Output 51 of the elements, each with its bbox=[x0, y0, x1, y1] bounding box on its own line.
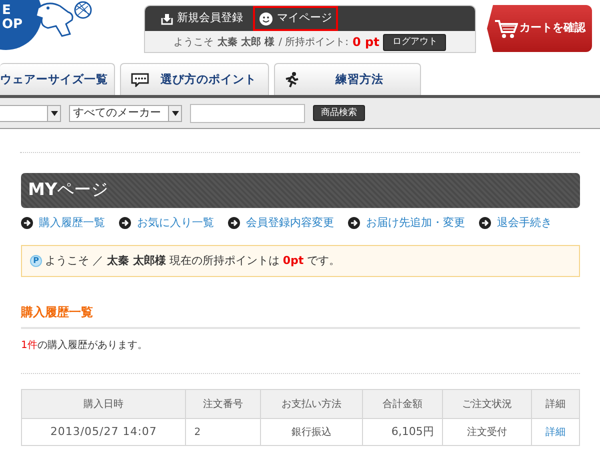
account-menu-link[interactable]: お届け先追加・変更 bbox=[348, 214, 465, 232]
user-name: 太秦 太郎 様 bbox=[218, 35, 275, 50]
dropdown-arrow-icon bbox=[172, 110, 178, 116]
column-header: 合計金額 bbox=[362, 390, 442, 418]
nav-tab[interactable]: 練習方法 bbox=[274, 63, 421, 95]
arrow-circle-icon bbox=[348, 217, 360, 229]
account-menu-link[interactable]: 退会手続き bbox=[479, 214, 552, 232]
page-title-bar: MYページ bbox=[21, 173, 580, 208]
arrow-circle-icon bbox=[479, 217, 491, 229]
runner-icon bbox=[285, 72, 299, 88]
detail-link[interactable]: 詳細 bbox=[546, 426, 566, 438]
search-button[interactable]: 商品検索 bbox=[313, 105, 365, 121]
maker-select[interactable]: すべてのメーカー bbox=[69, 104, 182, 122]
download-icon bbox=[161, 12, 173, 24]
header-link[interactable]: マイページ bbox=[253, 6, 338, 31]
smiley-icon bbox=[259, 12, 273, 26]
header-link[interactable]: 新規会員登録 bbox=[155, 6, 249, 31]
welcome-message: ようこそ ／ 太秦 太郎様 現在の所持ポイントは 0pt です。 bbox=[45, 252, 340, 269]
table-cell: 2 bbox=[186, 418, 260, 446]
arrow-circle-icon bbox=[21, 217, 33, 229]
account-menu-link[interactable]: お気に入り一覧 bbox=[119, 214, 214, 232]
column-header: ご注文状況 bbox=[442, 390, 532, 418]
keyword-field[interactable] bbox=[190, 104, 305, 122]
cart-icon bbox=[494, 18, 518, 38]
nav-tab[interactable]: 選び方のポイント bbox=[120, 63, 269, 95]
table-cell: 6,105円 bbox=[362, 418, 442, 446]
column-header: お支払い方法 bbox=[260, 390, 363, 418]
category-select[interactable] bbox=[0, 104, 61, 122]
account-menu-link[interactable]: 購入履歴一覧 bbox=[21, 214, 105, 232]
nav-tab[interactable]: ウェアーサイズ一覧 bbox=[0, 63, 115, 95]
table-cell: 銀行振込 bbox=[260, 418, 363, 446]
arrow-circle-icon bbox=[119, 217, 131, 229]
logout-button[interactable]: ログアウト bbox=[383, 34, 446, 50]
speech-bubble-icon bbox=[131, 72, 149, 86]
table-cell: 注文受付 bbox=[442, 418, 532, 446]
points-value: 0 pt bbox=[352, 34, 380, 51]
column-header: 注文番号 bbox=[186, 390, 260, 418]
cart-button[interactable]: カートを確認 bbox=[487, 5, 592, 52]
column-header: 詳細 bbox=[532, 390, 580, 418]
logo-badge[interactable]: E OP bbox=[0, 0, 42, 50]
points-badge: P bbox=[30, 255, 42, 267]
section-heading: 購入履歴一覧 bbox=[21, 303, 580, 329]
table-cell: 2013/05/27 14:07 bbox=[22, 418, 186, 446]
history-count-text: 1件の購入履歴があります。 bbox=[21, 338, 148, 353]
dropdown-arrow-icon bbox=[50, 110, 58, 116]
account-menu-link[interactable]: 会員登録内容変更 bbox=[228, 214, 334, 232]
arrow-circle-icon bbox=[228, 217, 240, 229]
column-header: 購入日時 bbox=[22, 390, 186, 418]
crocodile-mascot-drawing bbox=[34, 0, 94, 40]
welcome-text: ようこそ bbox=[174, 36, 214, 50]
points-label: / 所持ポイント: bbox=[278, 36, 349, 50]
